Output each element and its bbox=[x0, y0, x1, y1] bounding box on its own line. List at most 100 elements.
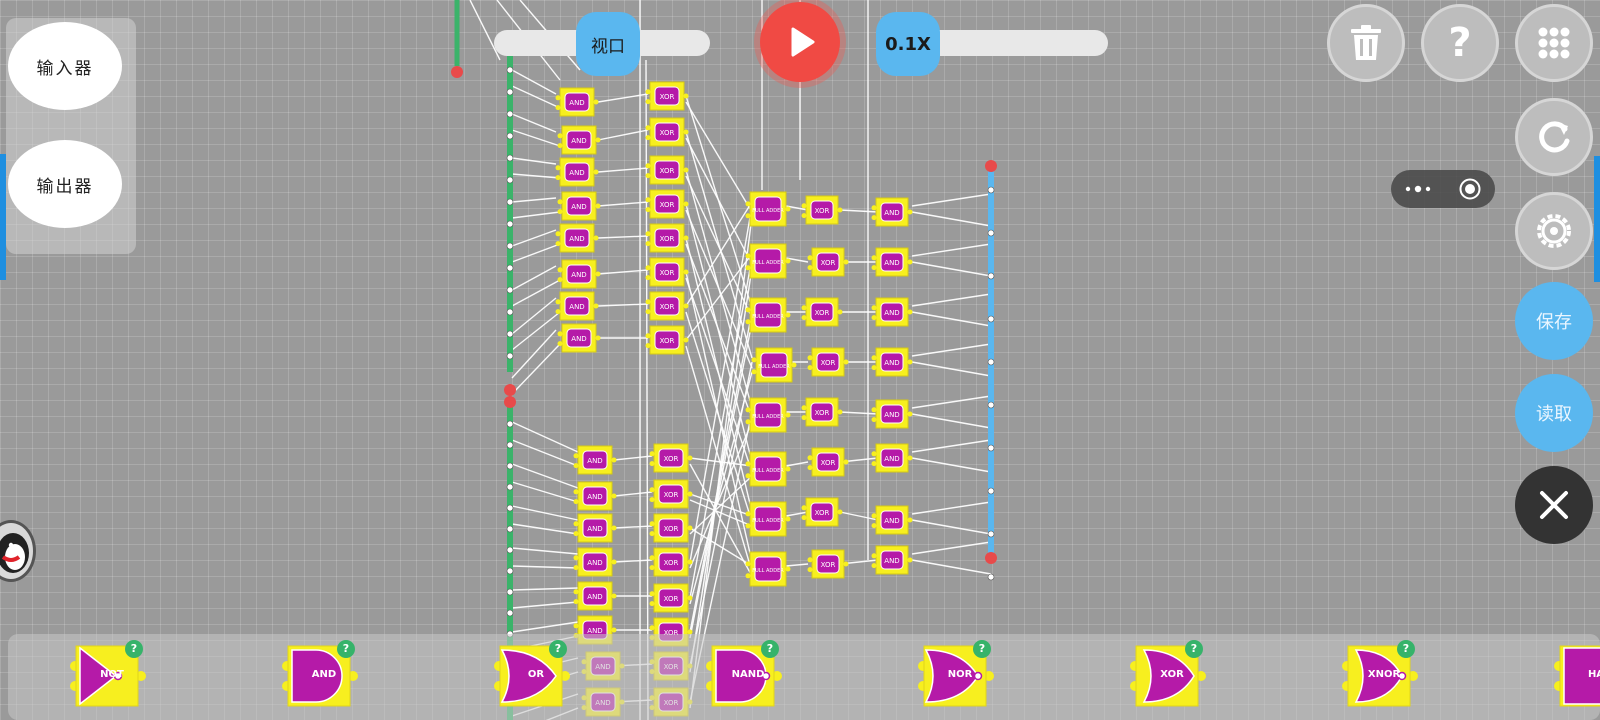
middle-xor-gate[interactable]: XOR bbox=[807, 347, 849, 377]
input-pin[interactable] bbox=[506, 483, 514, 491]
upper-and-gate[interactable]: AND bbox=[555, 223, 599, 253]
add-pin-icon[interactable] bbox=[504, 396, 516, 408]
gate-output-pin[interactable] bbox=[683, 337, 689, 343]
help-badge[interactable]: ? bbox=[125, 640, 143, 658]
gate-input-pin[interactable] bbox=[573, 489, 579, 495]
gate-input-pin[interactable] bbox=[645, 135, 651, 141]
output-pin[interactable] bbox=[987, 573, 995, 581]
gate-input-pin[interactable] bbox=[645, 89, 651, 95]
palette-item-not[interactable]: NOT? bbox=[70, 640, 146, 712]
close-target-icon[interactable] bbox=[1458, 177, 1482, 201]
gate-input-pin[interactable] bbox=[801, 203, 807, 209]
gate-output-pin[interactable] bbox=[593, 169, 599, 175]
input-pin[interactable] bbox=[506, 525, 514, 533]
input-pin[interactable] bbox=[506, 176, 514, 184]
remove-pin-icon[interactable] bbox=[504, 384, 516, 396]
gate-output-pin[interactable] bbox=[907, 309, 913, 315]
gate-input-pin[interactable] bbox=[745, 561, 751, 567]
help-badge[interactable]: ? bbox=[1185, 640, 1203, 658]
gate-output-pin[interactable] bbox=[683, 93, 689, 99]
gate-output-pin[interactable] bbox=[837, 409, 843, 415]
gate-input-pin[interactable] bbox=[801, 305, 807, 311]
upper-and-gate[interactable]: AND bbox=[557, 125, 601, 155]
gate-output-pin[interactable] bbox=[837, 309, 843, 315]
gate-output-pin[interactable] bbox=[791, 362, 797, 368]
gate-output-pin[interactable] bbox=[687, 525, 693, 531]
upper-and-gate[interactable]: AND bbox=[557, 323, 601, 353]
output-pin[interactable] bbox=[987, 358, 995, 366]
output-pin[interactable] bbox=[987, 401, 995, 409]
gate-input-pin[interactable] bbox=[645, 197, 651, 203]
gate-output-pin[interactable] bbox=[907, 411, 913, 417]
gate-output-pin[interactable] bbox=[907, 259, 913, 265]
right-and-gate[interactable]: AND bbox=[871, 443, 913, 473]
gate-input-pin[interactable] bbox=[807, 567, 813, 573]
right-and-gate[interactable]: AND bbox=[871, 347, 913, 377]
gate-input-pin[interactable] bbox=[801, 315, 807, 321]
input-pin[interactable] bbox=[506, 66, 514, 74]
gate-input-pin[interactable] bbox=[555, 299, 561, 305]
gate-input-pin[interactable] bbox=[573, 521, 579, 527]
gate-input-pin[interactable] bbox=[649, 521, 655, 527]
gate-output-pin[interactable] bbox=[785, 258, 791, 264]
gate-output-pin[interactable] bbox=[683, 201, 689, 207]
gate-input-pin[interactable] bbox=[555, 175, 561, 181]
gate-input-pin[interactable] bbox=[871, 461, 877, 467]
play-button[interactable] bbox=[760, 2, 840, 82]
help-badge[interactable]: ? bbox=[973, 640, 991, 658]
input-pin[interactable] bbox=[506, 420, 514, 428]
gate-input-pin[interactable] bbox=[649, 487, 655, 493]
middle-xor-gate[interactable]: XOR bbox=[807, 447, 849, 477]
gate-input-pin[interactable] bbox=[645, 241, 651, 247]
full-adder-gate[interactable]: FULL ADDER bbox=[745, 551, 791, 587]
gate-input-pin[interactable] bbox=[649, 565, 655, 571]
input-pin[interactable] bbox=[506, 352, 514, 360]
gate-layer[interactable]: AND AND AND AND AND AND AND AND XOR XOR XOR XOR XOR X… bbox=[555, 81, 913, 717]
gate-input-pin[interactable] bbox=[645, 231, 651, 237]
gate-input-pin[interactable] bbox=[573, 623, 579, 629]
palette-item-nand[interactable]: NAND? bbox=[706, 640, 782, 712]
gate-input-pin[interactable] bbox=[555, 231, 561, 237]
lower-xor-gate[interactable]: XOR bbox=[649, 513, 693, 543]
gate-input-pin[interactable] bbox=[801, 515, 807, 521]
palette-item-xnor[interactable]: XNOR? bbox=[1342, 640, 1418, 712]
upper-xor-gate[interactable]: XOR bbox=[645, 117, 689, 147]
input-pin[interactable] bbox=[506, 546, 514, 554]
right-and-gate[interactable]: AND bbox=[871, 197, 913, 227]
full-adder-gate[interactable]: FULL ADDER bbox=[745, 297, 791, 333]
gate-output-pin[interactable] bbox=[683, 235, 689, 241]
gate-output-pin[interactable] bbox=[843, 359, 849, 365]
help-button[interactable]: ? bbox=[1421, 4, 1499, 82]
output-pin[interactable] bbox=[987, 530, 995, 538]
gate-input-pin[interactable] bbox=[645, 299, 651, 305]
gate-output-pin[interactable] bbox=[907, 359, 913, 365]
gate-output-pin[interactable] bbox=[683, 167, 689, 173]
save-button[interactable]: 保存 bbox=[1515, 282, 1593, 360]
full-adder-gate[interactable]: FULL ADDER bbox=[745, 191, 791, 227]
gate-output-pin[interactable] bbox=[843, 561, 849, 567]
gate-output-pin[interactable] bbox=[687, 455, 693, 461]
lower-xor-gate[interactable]: XOR bbox=[649, 479, 693, 509]
gate-input-pin[interactable] bbox=[557, 143, 563, 149]
upper-xor-gate[interactable]: XOR bbox=[645, 189, 689, 219]
gate-input-pin[interactable] bbox=[807, 355, 813, 361]
full-adder-gate[interactable]: FULL ADDER bbox=[751, 347, 797, 383]
gate-output-pin[interactable] bbox=[785, 312, 791, 318]
right-and-gate[interactable]: AND bbox=[871, 505, 913, 535]
input-pin[interactable] bbox=[506, 154, 514, 162]
gate-input-pin[interactable] bbox=[555, 95, 561, 101]
gate-input-pin[interactable] bbox=[871, 355, 877, 361]
middle-xor-gate[interactable]: XOR bbox=[801, 497, 843, 527]
gate-input-pin[interactable] bbox=[555, 165, 561, 171]
input-pin[interactable] bbox=[506, 308, 514, 316]
gate-input-pin[interactable] bbox=[801, 415, 807, 421]
output-pin[interactable] bbox=[987, 229, 995, 237]
gate-input-pin[interactable] bbox=[573, 599, 579, 605]
help-badge[interactable]: ? bbox=[1397, 640, 1415, 658]
upper-and-gate[interactable]: AND bbox=[555, 157, 599, 187]
middle-xor-gate[interactable]: XOR bbox=[807, 549, 849, 579]
gate-input-pin[interactable] bbox=[645, 265, 651, 271]
middle-xor-gate[interactable]: XOR bbox=[801, 397, 843, 427]
gate-input-pin[interactable] bbox=[807, 557, 813, 563]
gate-input-pin[interactable] bbox=[573, 555, 579, 561]
